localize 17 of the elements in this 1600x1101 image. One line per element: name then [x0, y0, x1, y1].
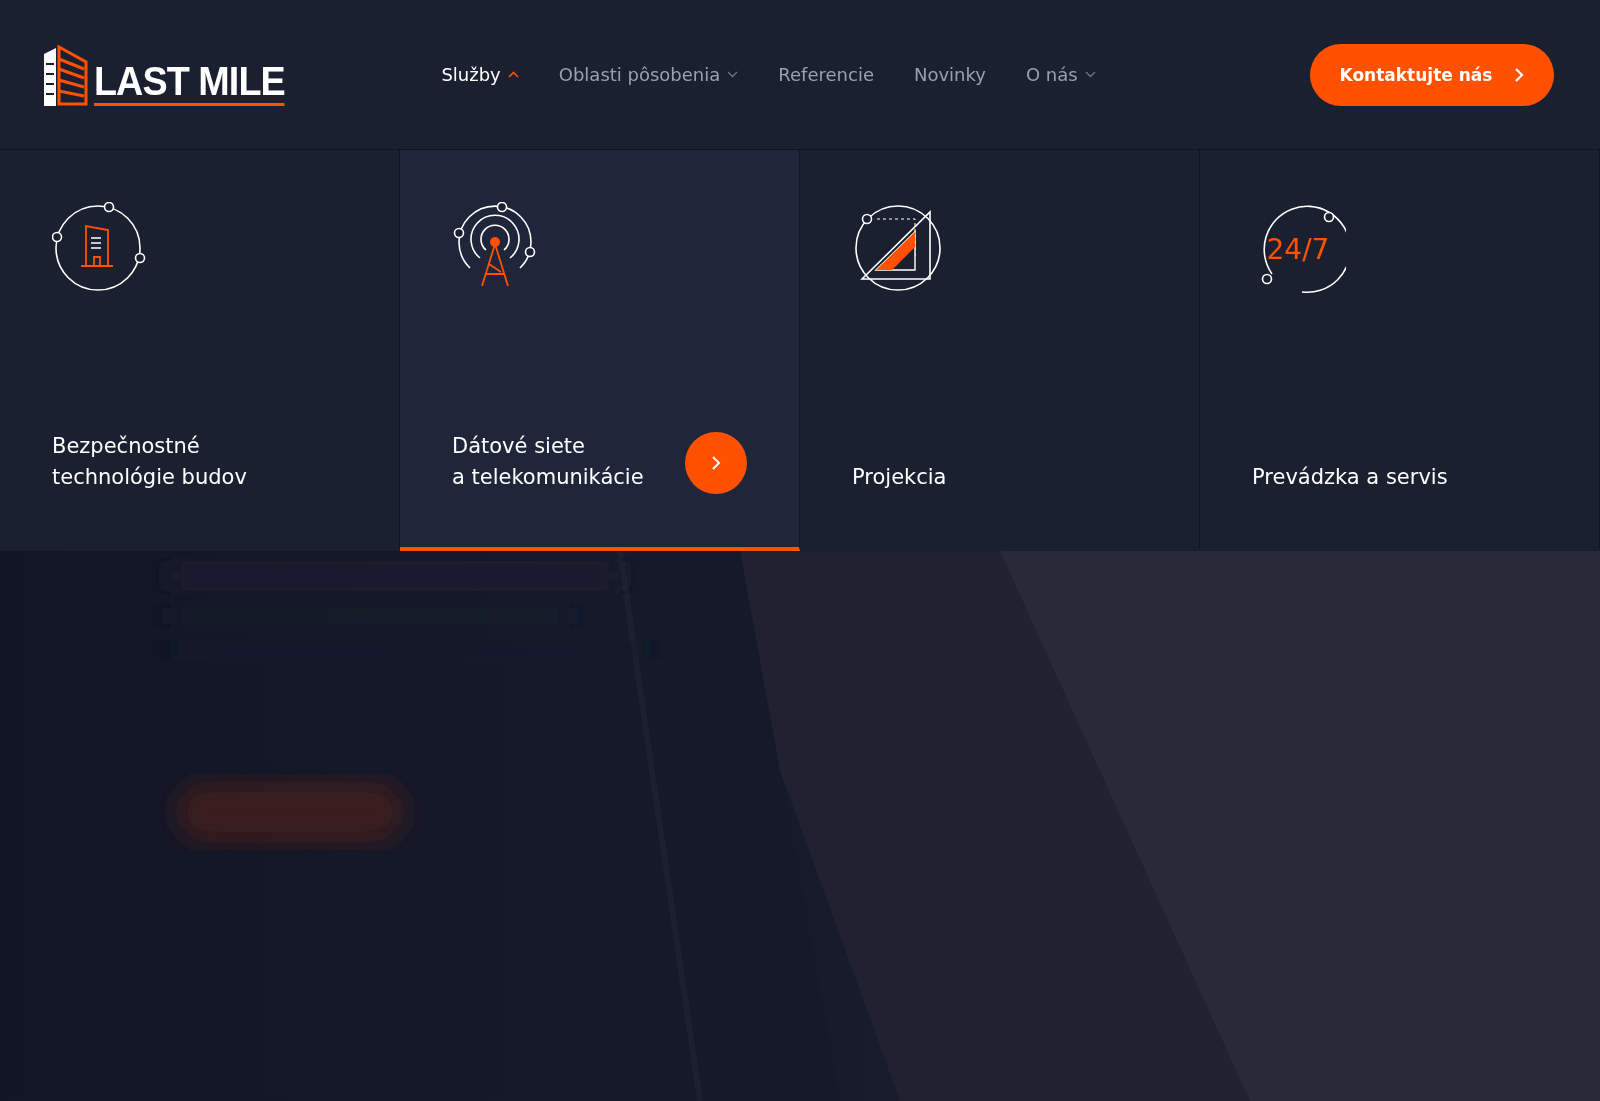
service-title: Prevádzka a servis	[1252, 464, 1449, 491]
service-card[interactable]: Dátové siete a telekomunikácie	[400, 150, 800, 551]
building-icon	[52, 202, 148, 294]
logo-text[interactable]: LAST MILE	[94, 60, 285, 106]
nav-link[interactable]: Novinky	[913, 64, 986, 85]
nav-link[interactable]: Služby	[441, 64, 519, 85]
chevron-right-icon	[1514, 66, 1525, 83]
service-title: Dátové siete a telekomunikácie	[452, 433, 645, 491]
nav-link[interactable]: Oblasti pôsobenia	[558, 64, 739, 85]
ring-icon	[1261, 205, 1346, 294]
nav-link[interactable]: O nás	[1025, 64, 1096, 85]
logo-icon	[42, 43, 88, 106]
icon-label: 24/7	[1266, 233, 1330, 266]
service-title: Bezpečnostné technológie budov	[52, 433, 248, 491]
chevron-right-icon	[711, 455, 721, 471]
service-title: Projekcia	[852, 464, 948, 491]
nav-link[interactable]: Referencie	[778, 64, 874, 85]
